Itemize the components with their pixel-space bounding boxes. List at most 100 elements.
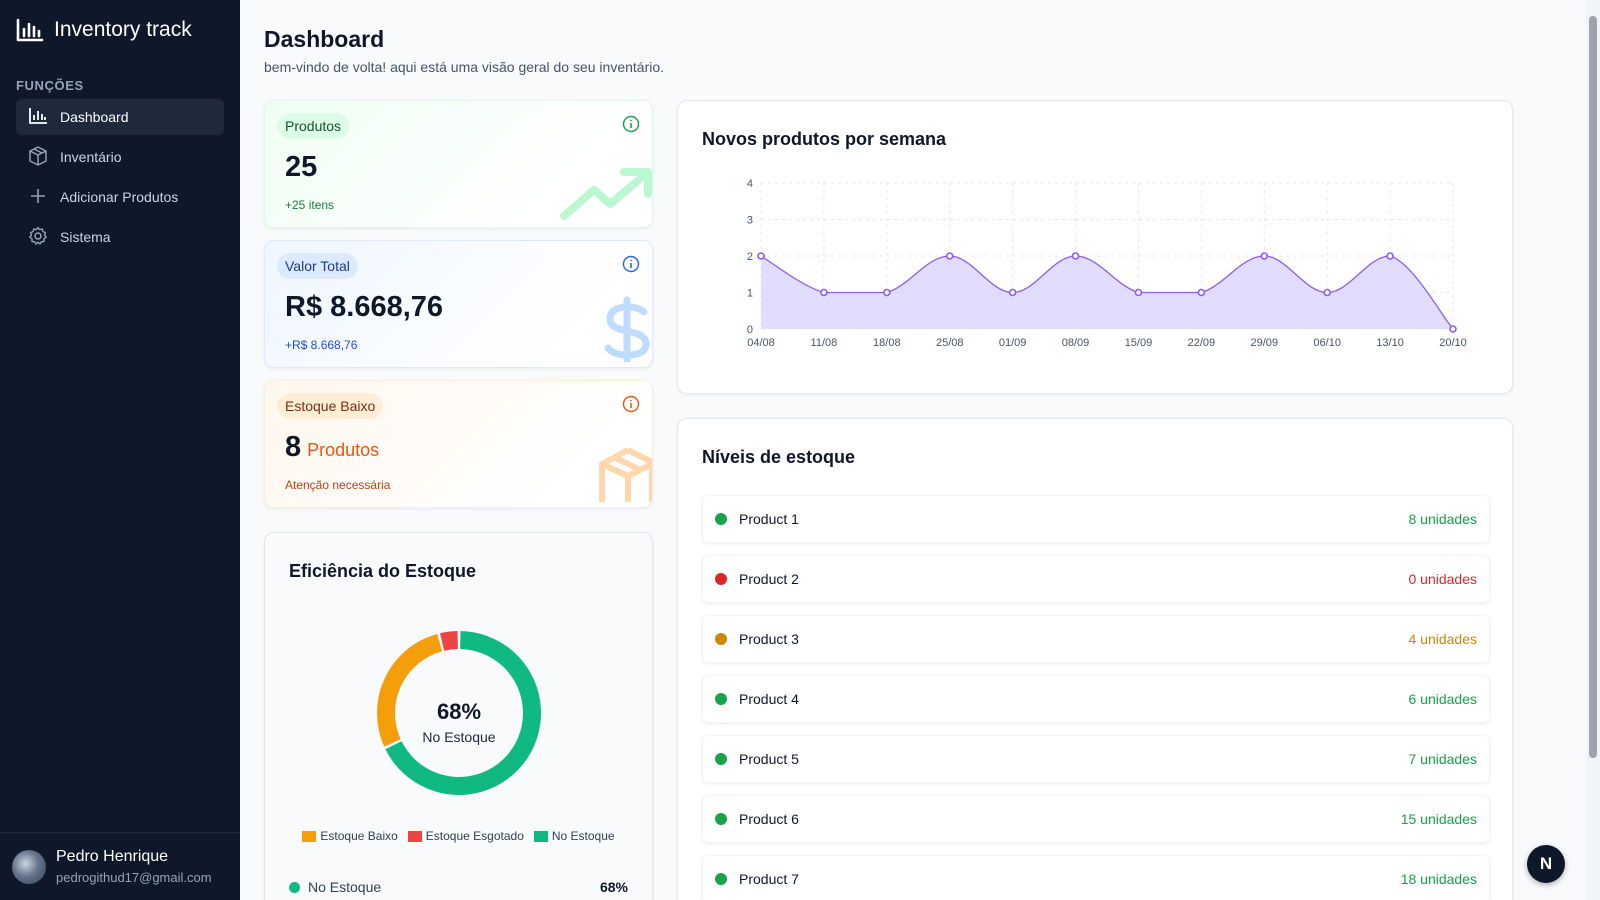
list-item[interactable]: Product 4 6 unidades [702, 675, 1490, 723]
stat-label: Valor Total [277, 253, 358, 279]
scrollbar-thumb[interactable] [1589, 16, 1597, 758]
stat-unit: Produtos [307, 440, 380, 460]
chart-point[interactable] [1008, 288, 1017, 297]
chart-point[interactable] [820, 288, 828, 297]
sidebar-item-label: Sistema [60, 229, 111, 245]
page-title: Dashboard [264, 26, 385, 52]
sidebar-item-label: Dashboard [60, 109, 129, 125]
avatar [12, 849, 46, 884]
status-dot [715, 573, 727, 585]
sidebar-item-adicionar-produtos[interactable]: Adicionar Produtos [16, 179, 224, 215]
stat-value: 8 Produtos [285, 431, 379, 464]
chart-point[interactable] [1134, 288, 1143, 297]
plus-icon [28, 186, 48, 209]
legend-swatch [302, 830, 317, 842]
list-item[interactable]: Product 5 7 unidades [702, 735, 1490, 783]
legend-item[interactable]: No Estoque [533, 829, 615, 843]
stat-sub: +R$ 8.668,76 [285, 338, 358, 352]
status-dot [715, 873, 727, 885]
user-name: Pedro Henrique [56, 848, 169, 865]
package-icon [598, 446, 652, 507]
x-tick-label: 06/10 [1313, 337, 1341, 349]
list-item[interactable]: Product 3 4 unidades [702, 615, 1490, 663]
user-profile[interactable]: Pedro Henrique pedrogithud17@gmail.com [0, 832, 240, 900]
chart-point[interactable] [1197, 288, 1206, 297]
scrollbar[interactable] [1586, 0, 1600, 900]
stat-card-produtos: Produtos 25 +25 itens [264, 100, 653, 228]
sidebar: Inventory track FUNÇÕES Dashboard Invent… [0, 0, 240, 900]
main-content: Dashboard bem-vindo de volta! aqui está … [240, 0, 1586, 900]
product-name: Product 2 [739, 571, 799, 587]
info-icon[interactable] [622, 115, 640, 138]
chart-point[interactable] [1260, 252, 1269, 260]
gear-icon [28, 226, 48, 249]
x-tick-label: 11/08 [811, 337, 838, 349]
brand-title: Inventory track [54, 18, 192, 41]
status-dot [289, 881, 300, 893]
stat-value: 25 [285, 151, 318, 183]
status-dot [715, 813, 727, 825]
product-qty: 8 unidades [1408, 511, 1477, 527]
x-tick-label: 25/08 [936, 337, 964, 349]
x-tick-label: 18/08 [873, 337, 901, 349]
stock-levels-card: Níveis de estoque Product 1 8 unidades P… [677, 418, 1513, 900]
chart-point[interactable] [945, 252, 954, 260]
list-item[interactable]: Product 6 15 unidades [702, 795, 1490, 843]
sidebar-item-inventario[interactable]: Inventário [16, 139, 224, 175]
x-tick-label: 01/09 [999, 337, 1027, 349]
product-qty: 4 unidades [1408, 631, 1477, 647]
y-tick-label: 4 [747, 178, 753, 190]
chart-point[interactable] [1071, 252, 1080, 260]
stat-card-valor-total: Valor Total R$ 8.668,76 +R$ 8.668,76 [264, 240, 653, 368]
product-name: Product 3 [739, 631, 799, 647]
product-qty: 0 unidades [1408, 571, 1477, 587]
y-tick-label: 0 [747, 324, 753, 336]
box-icon [28, 145, 48, 169]
sidebar-nav: Dashboard Inventário Adicionar Produtos … [0, 99, 240, 255]
stat-card-estoque-baixo: Estoque Baixo 8 Produtos Atenção necessár… [264, 380, 653, 508]
x-tick-label: 20/10 [1439, 337, 1467, 349]
x-tick-label: 15/09 [1125, 337, 1153, 349]
donut-segment-estoque-esgotado[interactable] [440, 631, 458, 651]
page-subtitle: bem-vindo de volta! aqui está uma visão … [264, 59, 665, 75]
chart-point[interactable] [757, 252, 765, 260]
chart-point[interactable] [1323, 288, 1331, 297]
product-name: Product 6 [739, 811, 799, 827]
product-qty: 7 unidades [1408, 751, 1477, 767]
status-dot [715, 693, 727, 705]
chart-point[interactable] [1386, 252, 1394, 260]
product-qty: 18 unidades [1400, 871, 1477, 887]
efficiency-row-label: No Estoque [308, 879, 382, 895]
info-icon[interactable] [622, 255, 640, 278]
legend-item[interactable]: Estoque Esgotado [407, 829, 524, 843]
legend-label: No Estoque [551, 829, 615, 843]
stat-label: Produtos [277, 113, 350, 139]
weekly-area-chart: 0 1 2 3 4 04/08 11/08 18/08 25/08 01/09 08/09 15/09… [747, 178, 1467, 349]
weekly-chart-card: Novos produtos por semana 0 1 2 3 4 04/08 11/0… [677, 100, 1513, 394]
legend-label: Estoque Baixo [320, 829, 398, 843]
y-tick-label: 3 [747, 215, 753, 227]
sidebar-item-dashboard[interactable]: Dashboard [16, 99, 224, 135]
sidebar-item-label: Adicionar Produtos [60, 189, 179, 205]
info-icon[interactable] [622, 395, 640, 418]
product-name: Product 7 [739, 871, 799, 887]
stat-label: Estoque Baixo [277, 393, 384, 419]
brand[interactable]: Inventory track [0, 0, 240, 60]
sidebar-item-sistema[interactable]: Sistema [16, 219, 224, 255]
efficiency-title: Eficiência do Estoque [289, 561, 477, 581]
product-qty: 6 unidades [1408, 691, 1477, 707]
chart-point[interactable] [883, 288, 891, 297]
list-item[interactable]: Product 2 0 unidades [702, 555, 1490, 603]
list-item[interactable]: Product 1 8 unidades [702, 495, 1490, 543]
legend-item[interactable]: Estoque Baixo [302, 829, 398, 843]
legend-swatch [407, 830, 422, 842]
status-dot [715, 513, 727, 525]
efficiency-donut: 68% No Estoque [377, 631, 541, 795]
list-item[interactable]: Product 7 18 unidades [702, 855, 1490, 900]
product-name: Product 1 [739, 511, 799, 527]
status-dot [715, 633, 727, 645]
product-qty: 15 unidades [1400, 811, 1477, 827]
chart-point[interactable] [1449, 325, 1457, 333]
stat-sub: Atenção necessária [285, 478, 391, 492]
next-dev-badge-button[interactable]: N [1527, 845, 1565, 883]
